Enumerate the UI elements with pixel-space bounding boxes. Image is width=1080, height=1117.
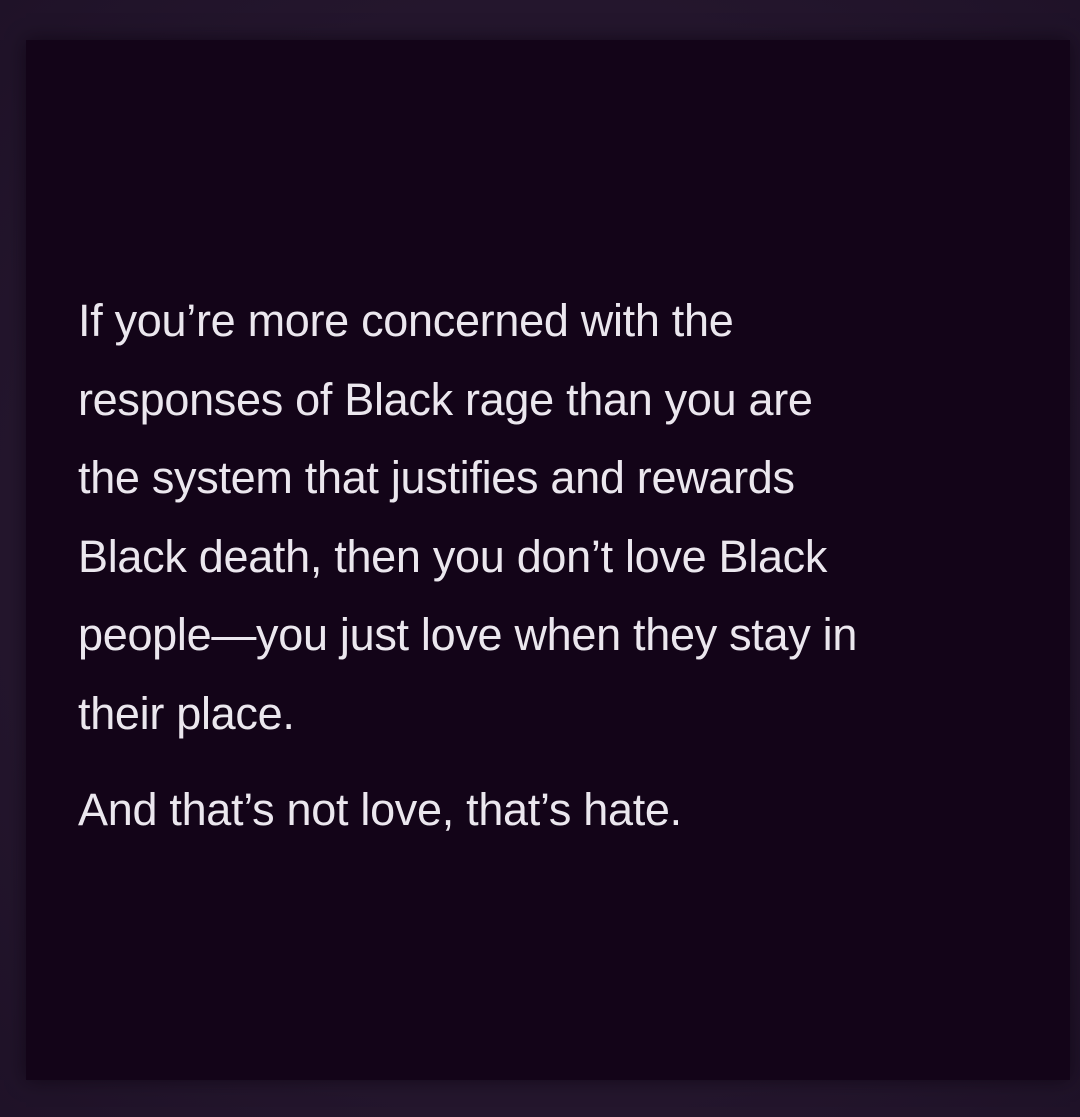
quote-line: the system that justifies and rewards	[78, 452, 795, 503]
quote-line: Black death, then you don’t love Black	[78, 530, 828, 582]
quote-line: their place.	[78, 687, 295, 739]
quote-line: people—you just love when they stay in	[78, 609, 858, 660]
quote-closing-line: And that’s not love, that’s hate.	[78, 784, 682, 835]
quote-paragraph: If you’re more concerned with the respon…	[78, 282, 1038, 753]
quote-line: If you’re more concerned with the	[78, 295, 734, 346]
quote-line: responses of Black rage than you are	[78, 373, 813, 425]
